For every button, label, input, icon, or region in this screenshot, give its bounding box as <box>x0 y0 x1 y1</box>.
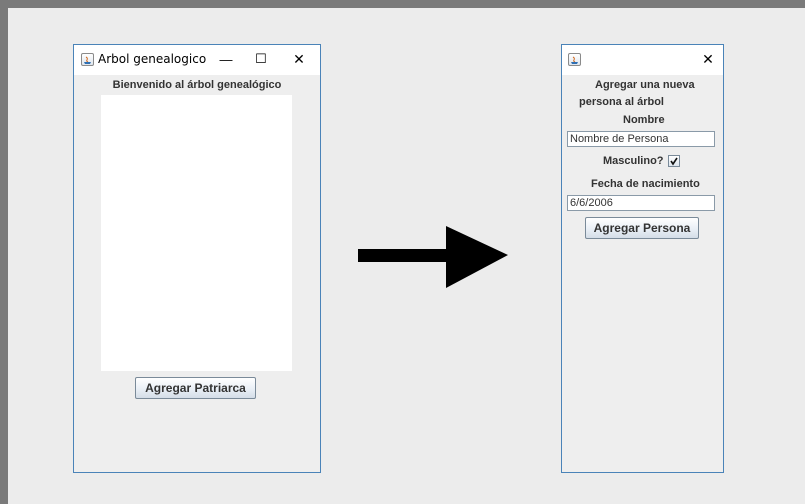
birthdate-label: Fecha de nacimiento <box>591 178 700 190</box>
minimize-button[interactable]: — <box>211 48 241 70</box>
maximize-button[interactable]: ☐ <box>246 48 276 70</box>
tree-display-area[interactable] <box>101 95 292 371</box>
window-title: Arbol genealogico <box>98 52 207 66</box>
java-app-icon <box>81 53 94 66</box>
name-field[interactable] <box>567 131 715 147</box>
male-checkbox[interactable] <box>668 155 680 167</box>
family-tree-window: Arbol genealogico — ☐ ✕ Bienvenido al ár… <box>73 44 321 473</box>
checkmark-icon <box>670 157 678 166</box>
title-bar[interactable]: Arbol genealogico — ☐ ✕ <box>74 45 320 75</box>
java-app-icon <box>568 53 581 66</box>
add-person-button[interactable]: Agregar Persona <box>585 217 699 239</box>
add-person-dialog: ✕ Agregar una nueva persona al árbol Nom… <box>561 44 724 473</box>
birthdate-field[interactable] <box>567 195 715 211</box>
add-patriarch-button[interactable]: Agregar Patriarca <box>135 377 256 399</box>
close-button[interactable]: ✕ <box>284 48 314 70</box>
arrow-right-icon <box>358 226 508 288</box>
dialog-title-bar[interactable]: ✕ <box>562 45 723 75</box>
desktop-canvas: Arbol genealogico — ☐ ✕ Bienvenido al ár… <box>8 8 805 504</box>
male-label: Masculino? <box>603 155 664 167</box>
dialog-heading-line2: persona al árbol <box>579 96 664 108</box>
dialog-heading-line1: Agregar una nueva <box>595 79 695 91</box>
welcome-heading: Bienvenido al árbol genealógico <box>112 79 282 91</box>
close-button[interactable]: ✕ <box>693 48 723 70</box>
name-label: Nombre <box>623 114 665 126</box>
